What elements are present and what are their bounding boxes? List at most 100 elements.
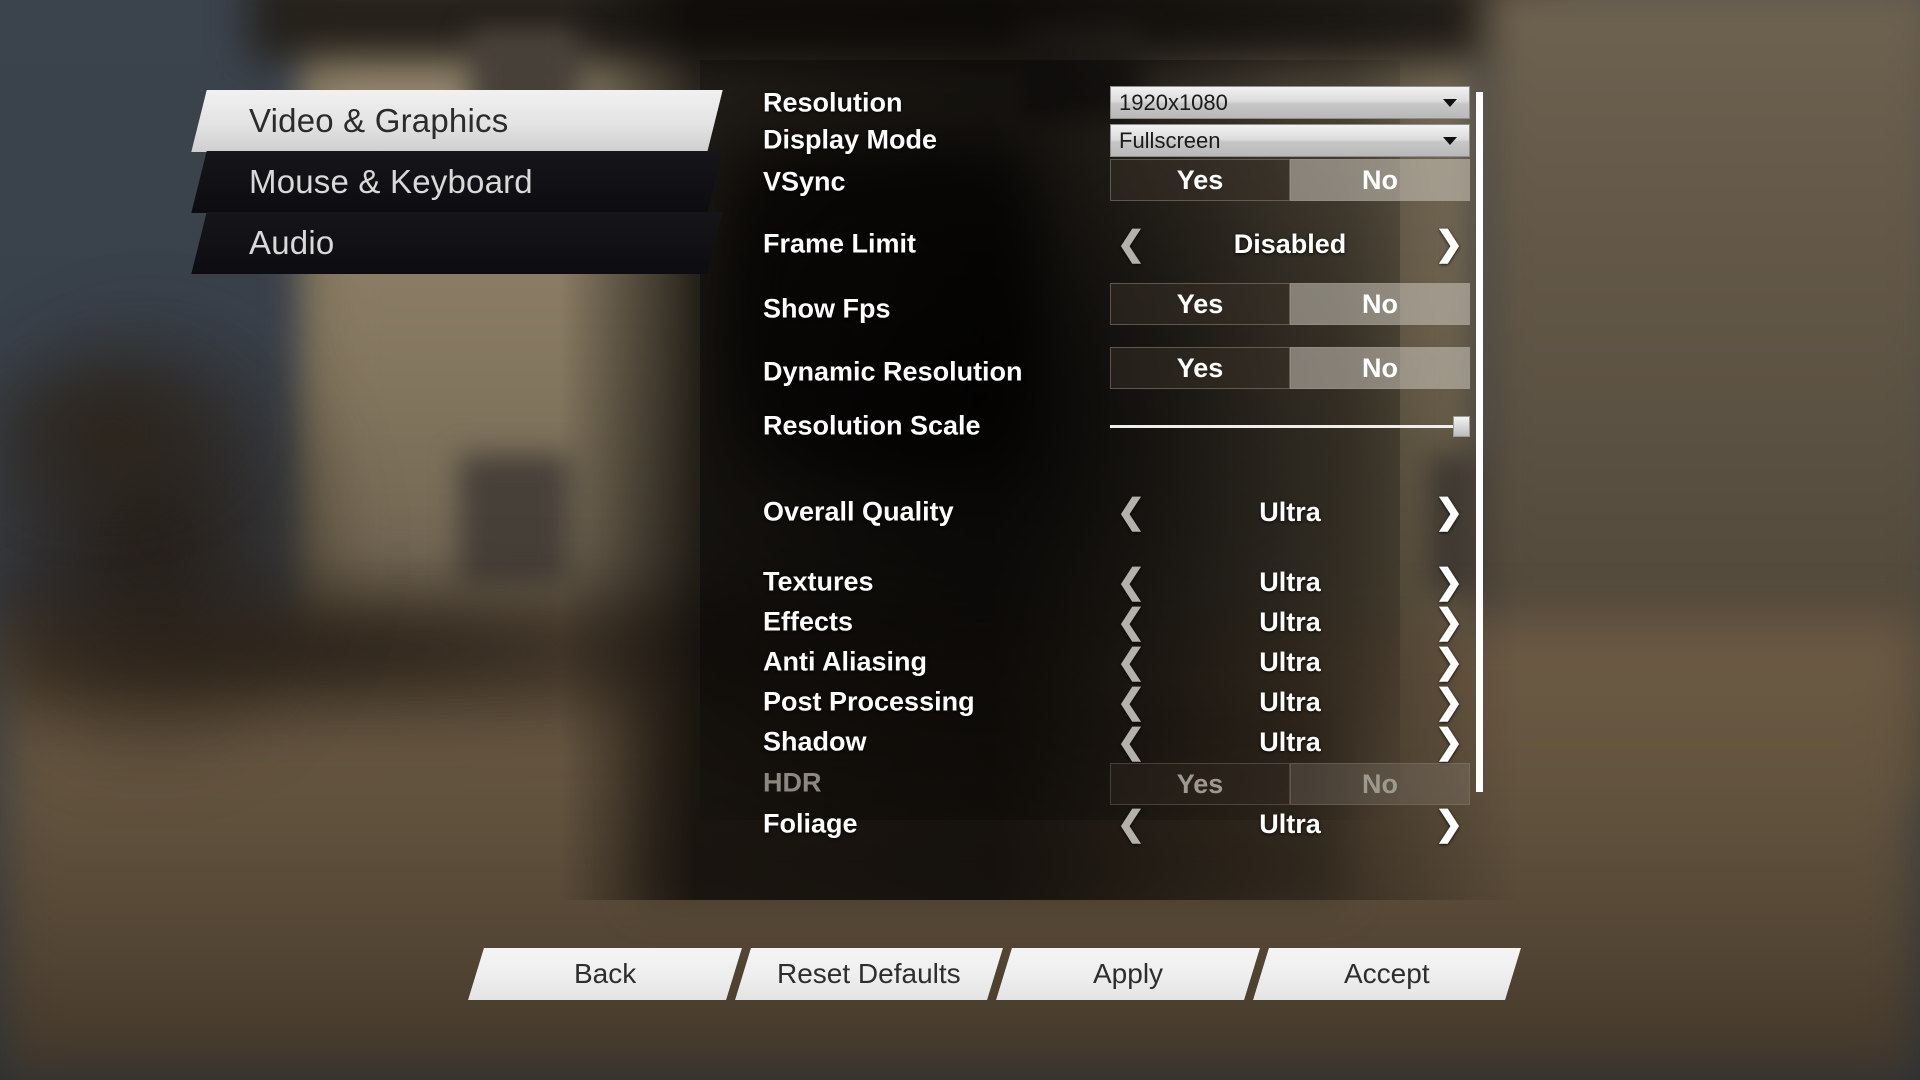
setting-control: Yes No	[1110, 346, 1470, 398]
setting-control: Yes No	[1110, 158, 1470, 206]
foliage-spinner: ❮ Ultra ❯	[1110, 804, 1470, 844]
setting-row-resolution-scale: Resolution Scale	[620, 398, 1480, 454]
show-fps-toggle: Yes No	[1110, 283, 1470, 325]
chevron-right-icon[interactable]: ❯	[1428, 605, 1470, 639]
chevron-right-icon[interactable]: ❯	[1428, 685, 1470, 719]
chevron-left-icon[interactable]: ❮	[1110, 227, 1152, 261]
setting-control: ❮ Disabled ❯	[1110, 216, 1470, 272]
button-label: Reset Defaults	[777, 958, 961, 989]
chevron-right-icon[interactable]: ❯	[1428, 645, 1470, 679]
row-spacer	[620, 206, 1480, 216]
slider-track	[1110, 425, 1470, 428]
setting-control: Yes No	[1110, 762, 1470, 805]
show-fps-yes-option[interactable]: Yes	[1110, 283, 1290, 325]
setting-label: Dynamic Resolution	[763, 356, 1023, 387]
setting-control: ❮ Ultra ❯	[1110, 804, 1470, 844]
setting-control: ❮ Ultra ❯	[1110, 484, 1470, 540]
chevron-left-icon[interactable]: ❮	[1110, 807, 1152, 841]
accept-button[interactable]: Accept	[1253, 948, 1521, 1000]
spinner-value: Ultra	[1259, 566, 1321, 597]
setting-label: VSync	[763, 166, 846, 197]
vsync-no-option[interactable]: No	[1290, 159, 1470, 201]
setting-row-resolution: Resolution 1920x1080	[620, 84, 1480, 122]
vsync-toggle: Yes No	[1110, 159, 1470, 201]
row-spacer	[620, 336, 1480, 346]
spinner-value: Ultra	[1259, 686, 1321, 717]
dynamic-resolution-no-option[interactable]: No	[1290, 347, 1470, 389]
chevron-left-icon[interactable]: ❮	[1110, 685, 1152, 719]
setting-control	[1110, 398, 1470, 454]
chevron-right-icon[interactable]: ❯	[1428, 495, 1470, 529]
spinner-value: Disabled	[1233, 228, 1347, 259]
setting-row-vsync: VSync Yes No	[620, 158, 1480, 206]
setting-label: Resolution	[763, 87, 903, 118]
setting-control: ❮ Ultra ❯	[1110, 602, 1470, 642]
setting-label: Textures	[763, 566, 874, 597]
setting-control: Yes No	[1110, 282, 1470, 336]
row-spacer	[620, 454, 1480, 484]
setting-label: Display Mode	[763, 124, 938, 155]
setting-label: Post Processing	[763, 686, 975, 717]
setting-row-overall-quality: Overall Quality ❮ Ultra ❯	[620, 484, 1480, 540]
chevron-right-icon[interactable]: ❯	[1428, 565, 1470, 599]
overall-quality-spinner: ❮ Ultra ❯	[1110, 484, 1470, 540]
dropdown-value: Fullscreen	[1119, 127, 1221, 153]
setting-label: Anti Aliasing	[763, 646, 928, 677]
reset-defaults-button[interactable]: Reset Defaults	[735, 948, 1003, 1000]
button-label: Back	[573, 958, 637, 989]
spinner-value: Ultra	[1259, 496, 1321, 527]
frame-limit-spinner: ❮ Disabled ❯	[1110, 216, 1470, 272]
button-label: Apply	[1092, 958, 1164, 989]
setting-row-hdr: HDR Yes No	[620, 762, 1480, 805]
tab-label: Video & Graphics	[249, 102, 509, 139]
background-foliage	[0, 330, 260, 530]
setting-row-post-processing: Post Processing ❮ Ultra ❯	[620, 682, 1480, 722]
settings-scrollbar[interactable]	[1476, 92, 1483, 792]
chevron-left-icon[interactable]: ❮	[1110, 605, 1152, 639]
setting-control: ❮ Ultra ❯	[1110, 682, 1470, 722]
chevron-left-icon[interactable]: ❮	[1110, 565, 1152, 599]
setting-row-frame-limit: Frame Limit ❮ Disabled ❯	[620, 216, 1480, 272]
chevron-right-icon[interactable]: ❯	[1428, 227, 1470, 261]
chevron-right-icon[interactable]: ❯	[1428, 807, 1470, 841]
setting-row-dynamic-resolution: Dynamic Resolution Yes No	[620, 346, 1480, 398]
dynamic-resolution-yes-option[interactable]: Yes	[1110, 347, 1290, 389]
resolution-scale-slider[interactable]	[1110, 416, 1470, 437]
shadow-spinner: ❮ Ultra ❯	[1110, 722, 1470, 762]
setting-row-effects: Effects ❮ Ultra ❯	[620, 602, 1480, 642]
resolution-dropdown[interactable]: 1920x1080	[1110, 86, 1470, 119]
dynamic-resolution-toggle: Yes No	[1110, 347, 1470, 389]
hdr-yes-option: Yes	[1110, 763, 1290, 805]
setting-row-display-mode: Display Mode Fullscreen	[620, 122, 1480, 158]
chevron-down-icon	[1443, 136, 1457, 145]
row-spacer	[620, 540, 1480, 562]
setting-row-foliage: Foliage ❮ Ultra ❯	[620, 804, 1480, 844]
textures-spinner: ❮ Ultra ❯	[1110, 562, 1470, 602]
chevron-left-icon[interactable]: ❮	[1110, 725, 1152, 759]
spinner-value: Ultra	[1259, 646, 1321, 677]
button-label: Accept	[1344, 958, 1430, 989]
apply-button[interactable]: Apply	[996, 948, 1260, 1000]
setting-row-shadow: Shadow ❮ Ultra ❯	[620, 722, 1480, 762]
chevron-left-icon[interactable]: ❮	[1110, 495, 1152, 529]
setting-label: Foliage	[763, 808, 858, 839]
settings-panel: Resolution 1920x1080 Display Mode Fullsc…	[620, 84, 1480, 884]
back-button[interactable]: Back	[468, 948, 742, 1000]
display-mode-dropdown[interactable]: Fullscreen	[1110, 124, 1470, 157]
setting-control: ❮ Ultra ❯	[1110, 722, 1470, 762]
chevron-right-icon[interactable]: ❯	[1428, 725, 1470, 759]
effects-spinner: ❮ Ultra ❯	[1110, 602, 1470, 642]
setting-label: Show Fps	[763, 293, 891, 324]
slider-handle[interactable]	[1453, 416, 1470, 437]
hdr-no-option: No	[1290, 763, 1470, 805]
setting-label: HDR	[763, 767, 822, 798]
setting-control: Fullscreen	[1110, 122, 1470, 158]
chevron-left-icon[interactable]: ❮	[1110, 645, 1152, 679]
setting-control: 1920x1080	[1110, 84, 1470, 122]
show-fps-no-option[interactable]: No	[1290, 283, 1470, 325]
setting-control: ❮ Ultra ❯	[1110, 642, 1470, 682]
vsync-yes-option[interactable]: Yes	[1110, 159, 1290, 201]
tab-label: Mouse & Keyboard	[249, 163, 533, 200]
dropdown-value: 1920x1080	[1119, 89, 1228, 115]
spinner-value: Ultra	[1259, 606, 1321, 637]
